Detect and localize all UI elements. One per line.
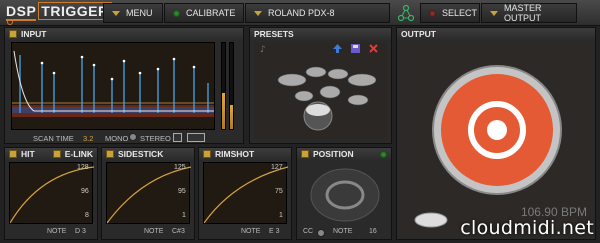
position-panel: POSITION CC NOTE 16 [296, 147, 392, 240]
kit-select-dropdown[interactable]: ROLAND PDX-8 [245, 3, 390, 23]
chevron-down-icon [112, 10, 120, 16]
input-title: INPUT [21, 29, 47, 39]
rimshot-note-label: NOTE [241, 228, 261, 235]
master-output-dropdown[interactable]: MASTER OUTPUT [481, 3, 577, 23]
select-led-icon [429, 9, 436, 17]
hit-title: HIT [21, 149, 35, 159]
rimshot-note-value[interactable]: E 3 [269, 228, 280, 235]
position-led-icon [380, 150, 387, 158]
input-arrows-button[interactable] [187, 133, 205, 142]
snare-shape [306, 104, 330, 116]
top-toolbar: DSP TRIGGER MENU CALIBRATE ROLAND PDX-8 S… [0, 0, 600, 26]
output-header: OUTPUT [397, 28, 595, 40]
elink-checkbox[interactable] [52, 150, 61, 158]
hit-min-value: 8 [85, 212, 89, 219]
input-controls-row: SCAN TIME 3.2 MONO STEREO [5, 132, 243, 144]
position-note-value[interactable]: 16 [369, 228, 377, 235]
position-title: POSITION [313, 149, 354, 159]
rimshot-min-value: 1 [279, 212, 283, 219]
menu-label: MENU [126, 8, 153, 18]
decay-curve [13, 50, 214, 112]
delete-icon[interactable] [369, 44, 378, 53]
input-meter-left [221, 42, 226, 130]
drum-kit-image: ♪ [260, 45, 377, 131]
meter-right-fill [230, 104, 233, 129]
sidestick-note-label: NOTE [144, 228, 164, 235]
calibrate-button[interactable]: CALIBRATE [164, 3, 244, 23]
cc-label: CC [303, 228, 314, 235]
sidestick-min-value: 1 [182, 212, 186, 219]
presets-panel: PRESETS ♪ [249, 27, 392, 144]
output-panel: OUTPUT 106.90 BPM [396, 27, 596, 240]
hit-note-label: NOTE [47, 228, 67, 235]
watermark-text: cloudmidi.net [460, 217, 594, 239]
position-note-label: NOTE [333, 228, 353, 235]
sidestick-max-value: 125 [174, 164, 186, 171]
rimshot-max-value: 127 [271, 164, 283, 171]
meter-left-fill [222, 92, 225, 129]
input-waveform-graph[interactable] [11, 42, 215, 130]
sidestick-enable-checkbox[interactable] [106, 150, 114, 158]
chevron-down-icon [490, 10, 498, 16]
hit-mid-value: 96 [81, 188, 89, 195]
select-button[interactable]: SELECT [420, 3, 480, 23]
mono-label: MONO [105, 134, 129, 143]
app-logo: DSP TRIGGER [6, 2, 112, 25]
snare-drum-icon [414, 212, 448, 228]
rimshot-mid-value: 75 [275, 188, 283, 195]
calibrate-label: CALIBRATE [186, 8, 236, 18]
kit-name: ROLAND PDX-8 [268, 8, 335, 18]
logo-text-trigger: TRIGGER [38, 2, 112, 20]
input-mode-button[interactable] [173, 133, 182, 142]
cc-note-toggle[interactable] [317, 229, 325, 237]
scan-time-label: SCAN TIME [33, 134, 74, 143]
chevron-down-icon [254, 10, 262, 16]
rimshot-title: RIMSHOT [215, 149, 255, 159]
presets-area: ♪ [254, 42, 387, 139]
rimshot-panel: RIMSHOT 127 75 1 NOTE E 3 [198, 147, 292, 240]
rimshot-enable-checkbox[interactable] [203, 150, 211, 158]
up-arrow-icon[interactable] [333, 44, 342, 53]
input-meter-right [229, 42, 234, 130]
peak-markers [40, 55, 196, 81]
sidestick-panel: SIDESTICK 125 95 1 NOTE C#3 [101, 147, 195, 240]
sidestick-mid-value: 95 [178, 188, 186, 195]
hit-enable-checkbox[interactable] [9, 150, 17, 158]
routing-icon[interactable] [397, 4, 415, 22]
presets-title: PRESETS [254, 29, 294, 39]
waveform-svg [12, 50, 214, 117]
select-label: SELECT [442, 8, 478, 18]
music-note-icon: ♪ [260, 45, 266, 55]
hit-max-value: 128 [77, 164, 89, 171]
position-enable-checkbox[interactable] [301, 150, 309, 158]
input-panel: INPUT SCAN TIME 3.2 MONO STEREO [4, 27, 244, 144]
position-header: POSITION [297, 148, 391, 160]
sidestick-header: SIDESTICK [102, 148, 194, 160]
hit-header: HIT E-LINK [5, 148, 97, 160]
hit-note-value[interactable]: D 3 [75, 228, 86, 235]
dsp-trigger-plugin: DSP TRIGGER MENU CALIBRATE ROLAND PDX-8 S… [0, 0, 600, 243]
pad-center [487, 120, 507, 140]
mono-stereo-toggle[interactable] [129, 133, 137, 141]
elink-label: E-LINK [64, 149, 94, 159]
calibrate-led-icon [173, 9, 180, 17]
hit-spikes [19, 55, 209, 113]
save-icon[interactable] [351, 44, 360, 53]
logo-dot-icon [7, 19, 13, 25]
menu-button[interactable]: MENU [103, 3, 163, 23]
sidestick-title: SIDESTICK [118, 149, 164, 159]
presets-header: PRESETS [250, 28, 391, 40]
position-pad-graphic[interactable] [305, 164, 385, 226]
rimshot-header: RIMSHOT [199, 148, 291, 160]
stereo-label: STEREO [140, 134, 171, 143]
scan-time-value[interactable]: 3.2 [83, 134, 93, 143]
output-title: OUTPUT [401, 29, 436, 39]
input-header: INPUT [5, 28, 243, 40]
sidestick-note-value[interactable]: C#3 [172, 228, 185, 235]
hit-panel: HIT E-LINK 128 96 8 NOTE D 3 [4, 147, 98, 240]
master-output-label: MASTER OUTPUT [504, 3, 542, 23]
input-enable-checkbox[interactable] [9, 30, 17, 38]
